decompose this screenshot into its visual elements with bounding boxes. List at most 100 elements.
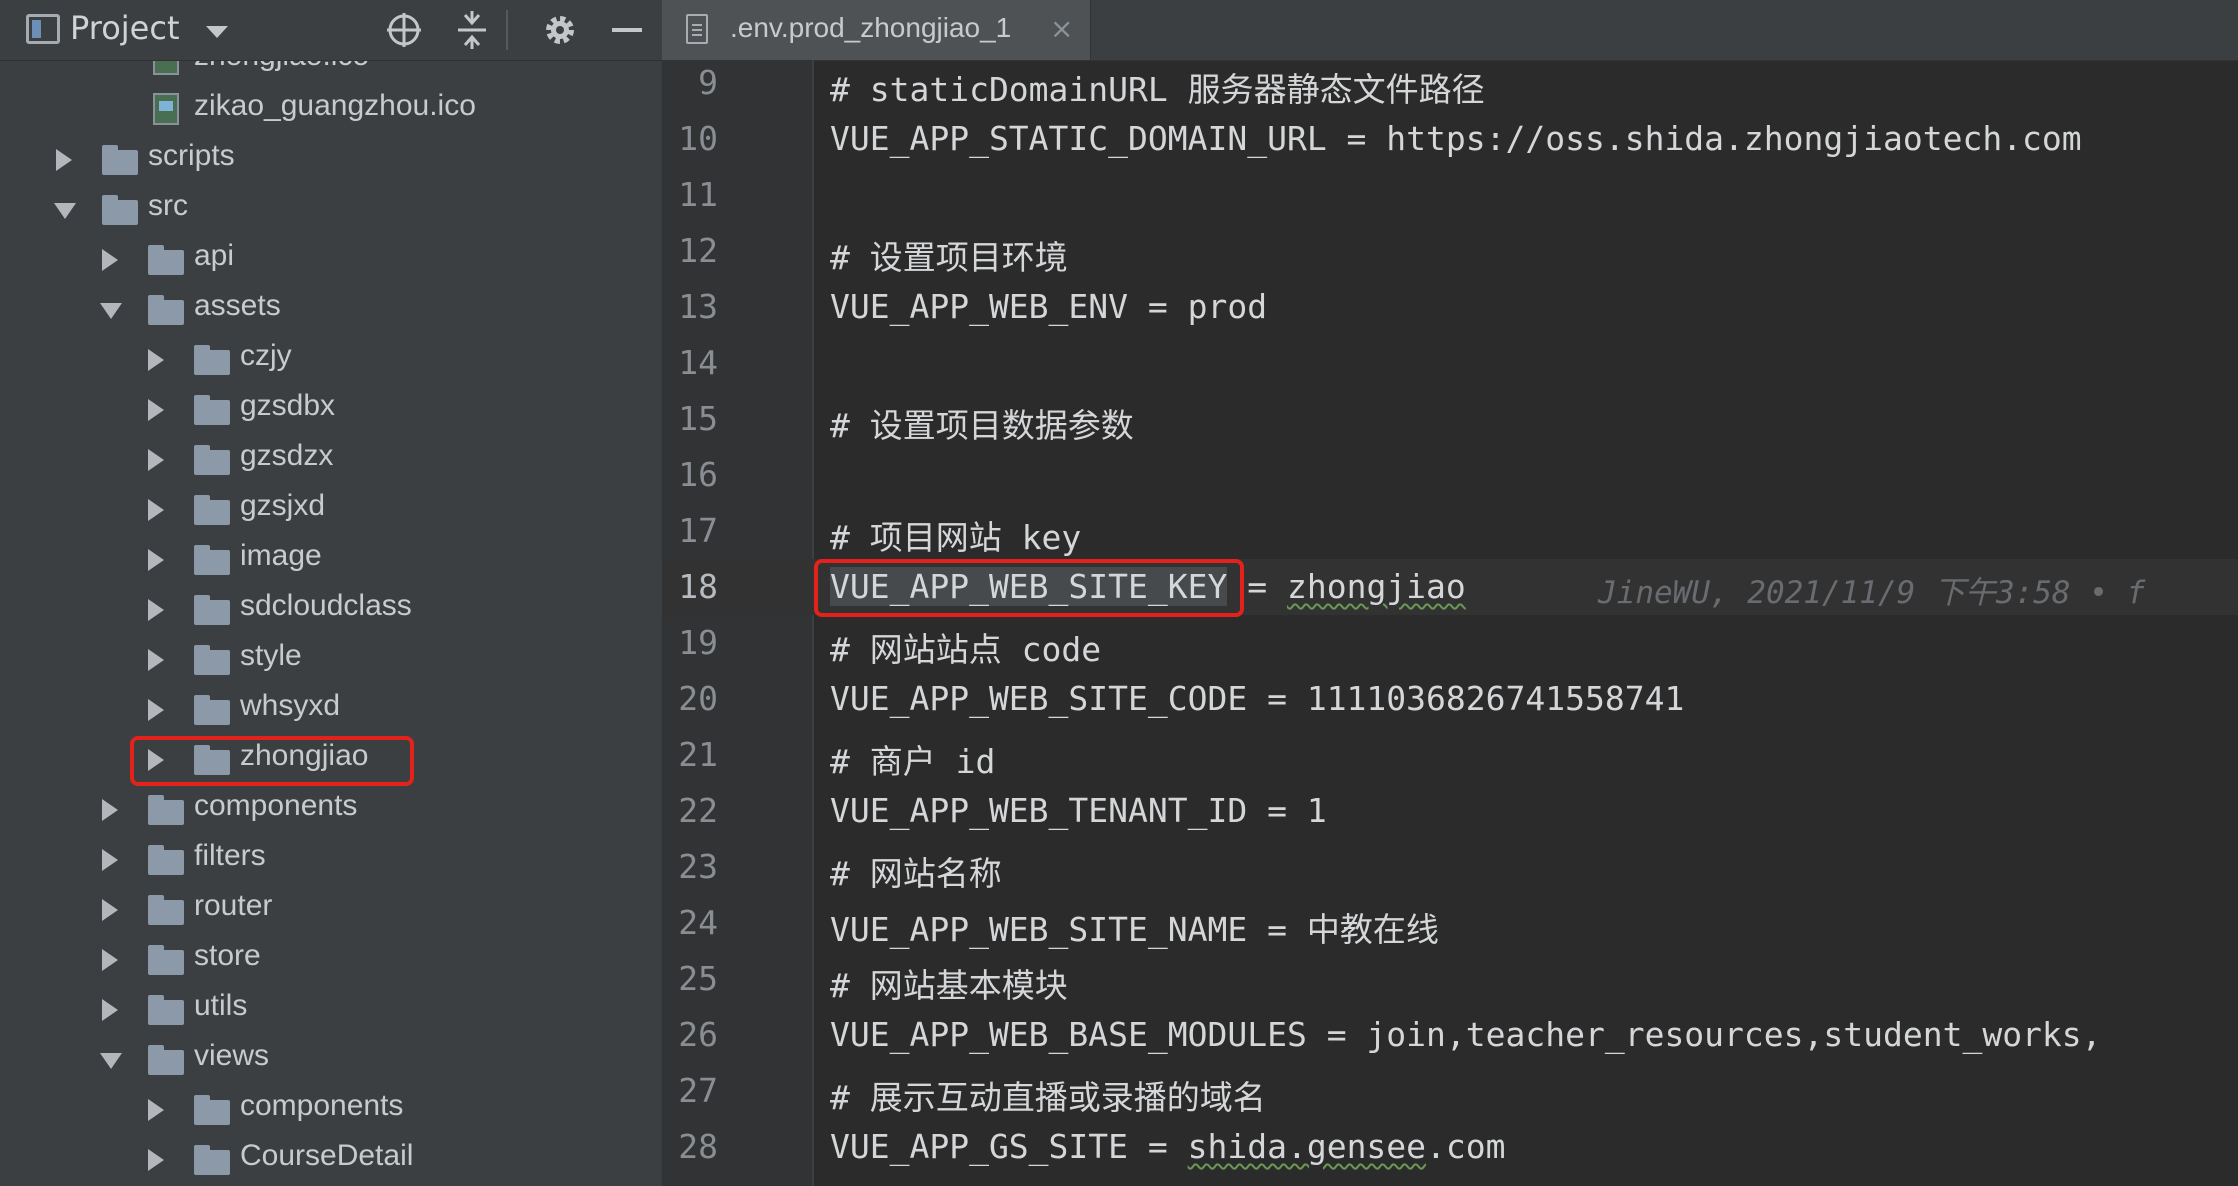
code-value-suffix: .com <box>1426 1127 1506 1166</box>
chevron-down-icon[interactable] <box>54 203 76 219</box>
tree-folder-zhongjiao[interactable]: zhongjiao <box>0 735 662 785</box>
project-view-icon[interactable] <box>26 14 60 44</box>
chevron-right-icon[interactable] <box>102 249 118 271</box>
folder-icon <box>194 345 230 375</box>
code-text[interactable]: # 网站站点 code <box>830 623 1101 671</box>
code-line: 16 <box>662 447 2238 503</box>
chevron-right-icon[interactable] <box>148 549 164 571</box>
chevron-right-icon[interactable] <box>56 149 72 171</box>
chevron-right-icon[interactable] <box>102 799 118 821</box>
tree-folder-whsyxd[interactable]: whsyxd <box>0 685 662 735</box>
tree-item-label: src <box>148 189 188 222</box>
tree-folder-scripts[interactable]: scripts <box>0 135 662 185</box>
locate-file-icon[interactable] <box>384 10 424 50</box>
tree-folder-image[interactable]: image <box>0 535 662 585</box>
tree-folder-gzsdbx[interactable]: gzsdbx <box>0 385 662 435</box>
tree-folder-api[interactable]: api <box>0 235 662 285</box>
tree-folder-assets[interactable]: assets <box>0 285 662 335</box>
code-text[interactable]: # 设置项目数据参数 <box>830 399 1134 447</box>
code-text[interactable]: # 商户 id <box>830 735 995 783</box>
code-key: VUE_APP_GS_SITE = <box>830 1127 1188 1166</box>
tree-item-label: store <box>194 939 261 972</box>
chevron-right-icon[interactable] <box>148 749 164 771</box>
tree-item-label: filters <box>194 839 266 872</box>
code-text[interactable]: VUE_APP_WEB_SITE_KEY = zhongjiao <box>830 567 1466 606</box>
tree-item-label: czjy <box>240 339 292 372</box>
chevron-right-icon[interactable] <box>148 349 164 371</box>
tree-folder-filters[interactable]: filters <box>0 835 662 885</box>
folder-icon <box>194 545 230 575</box>
code-line: 25 # 网站基本模块 <box>662 951 2238 1007</box>
chevron-right-icon[interactable] <box>148 1099 164 1121</box>
code-line: 22 VUE_APP_WEB_TENANT_ID = 1 <box>662 783 2238 839</box>
code-line: 27 # 展示互动直播或录播的域名 <box>662 1063 2238 1119</box>
line-number: 9 <box>698 63 718 102</box>
tree-item-label: gzsjxd <box>240 489 326 522</box>
tree-folder-views-components[interactable]: components <box>0 1085 662 1135</box>
tree-item-label: router <box>194 889 273 922</box>
chevron-right-icon[interactable] <box>148 599 164 621</box>
chevron-right-icon[interactable] <box>102 999 118 1021</box>
project-panel-title[interactable]: Project <box>70 9 179 47</box>
gear-icon[interactable] <box>540 10 580 50</box>
code-value[interactable]: shida.gensee <box>1188 1127 1426 1166</box>
chevron-right-icon[interactable] <box>102 949 118 971</box>
tree-folder-router[interactable]: router <box>0 885 662 935</box>
tree-file-row[interactable]: zikao_guangzhou.ico <box>0 85 662 135</box>
code-text[interactable]: VUE_APP_WEB_BASE_MODULES = join,teacher_… <box>830 1015 2102 1054</box>
code-text[interactable]: VUE_APP_GS_SITE = shida.gensee.com <box>830 1127 1506 1166</box>
line-number: 25 <box>678 959 718 998</box>
code-text[interactable]: VUE_APP_WEB_SITE_CODE = 1111036826741558… <box>830 679 1684 718</box>
chevron-right-icon[interactable] <box>148 449 164 471</box>
code-line: 28 VUE_APP_GS_SITE = shida.gensee.com <box>662 1119 2238 1175</box>
editor-tab[interactable]: .env.prod_zhongjiao_1 × <box>662 0 1091 60</box>
tree-folder-src[interactable]: src <box>0 185 662 235</box>
tree-folder-components[interactable]: components <box>0 785 662 835</box>
folder-icon <box>148 795 184 825</box>
line-number: 13 <box>678 287 718 326</box>
chevron-right-icon[interactable] <box>102 849 118 871</box>
chevron-right-icon[interactable] <box>148 499 164 521</box>
close-icon[interactable]: × <box>1050 12 1073 45</box>
code-text[interactable]: VUE_APP_STATIC_DOMAIN_URL = https://oss.… <box>830 119 2082 158</box>
chevron-down-icon[interactable] <box>100 303 122 319</box>
tree-folder-store[interactable]: store <box>0 935 662 985</box>
chevron-right-icon[interactable] <box>148 1149 164 1171</box>
minimize-icon[interactable] <box>607 10 647 50</box>
collapse-all-icon[interactable] <box>452 10 492 50</box>
line-number: 20 <box>678 679 718 718</box>
chevron-right-icon[interactable] <box>148 399 164 421</box>
line-number: 28 <box>678 1127 718 1166</box>
chevron-down-icon[interactable] <box>100 1053 122 1069</box>
code-line: 19 # 网站站点 code <box>662 615 2238 671</box>
tree-item-label: CourseDetail <box>240 1139 414 1172</box>
code-text[interactable]: # staticDomainURL 服务器静态文件路径 <box>830 63 1485 111</box>
code-text[interactable]: # 设置项目环境 <box>830 231 1068 279</box>
tree-folder-gzsdzx[interactable]: gzsdzx <box>0 435 662 485</box>
tree-folder-gzsjxd[interactable]: gzsjxd <box>0 485 662 535</box>
selected-text[interactable]: VUE_APP_WEB_SITE_KEY <box>830 567 1228 606</box>
tree-folder-utils[interactable]: utils <box>0 985 662 1035</box>
project-panel: Project zhongjiao.ico <box>0 0 662 1186</box>
code-text[interactable]: VUE_APP_WEB_TENANT_ID = 1 <box>830 791 1327 830</box>
code-value[interactable]: zhongjiao <box>1287 567 1466 606</box>
code-text[interactable]: # 网站基本模块 <box>830 959 1068 1007</box>
chevron-right-icon[interactable] <box>102 899 118 921</box>
tree-folder-czjy[interactable]: czjy <box>0 335 662 385</box>
tree-folder-coursedetail[interactable]: CourseDetail <box>0 1135 662 1185</box>
code-text[interactable]: VUE_APP_WEB_SITE_NAME = 中教在线 <box>830 903 1439 951</box>
chevron-right-icon[interactable] <box>148 649 164 671</box>
chevron-down-icon[interactable] <box>206 26 228 38</box>
line-number: 27 <box>678 1071 718 1110</box>
folder-icon <box>102 145 138 175</box>
code-text[interactable]: # 展示互动直播或录播的域名 <box>830 1071 1266 1119</box>
code-text[interactable]: VUE_APP_WEB_ENV = prod <box>830 287 1267 326</box>
chevron-right-icon[interactable] <box>148 699 164 721</box>
tree-item-label: gzsdbx <box>240 389 336 422</box>
tree-folder-sdcloudclass[interactable]: sdcloudclass <box>0 585 662 635</box>
code-text[interactable]: # 项目网站 key <box>830 511 1081 559</box>
tree-folder-views[interactable]: views <box>0 1035 662 1085</box>
tree-folder-style[interactable]: style <box>0 635 662 685</box>
code-text[interactable]: # 网站名称 <box>830 847 1002 895</box>
code-area[interactable]: 9 # staticDomainURL 服务器静态文件路径 10 VUE_APP… <box>662 60 2238 1186</box>
